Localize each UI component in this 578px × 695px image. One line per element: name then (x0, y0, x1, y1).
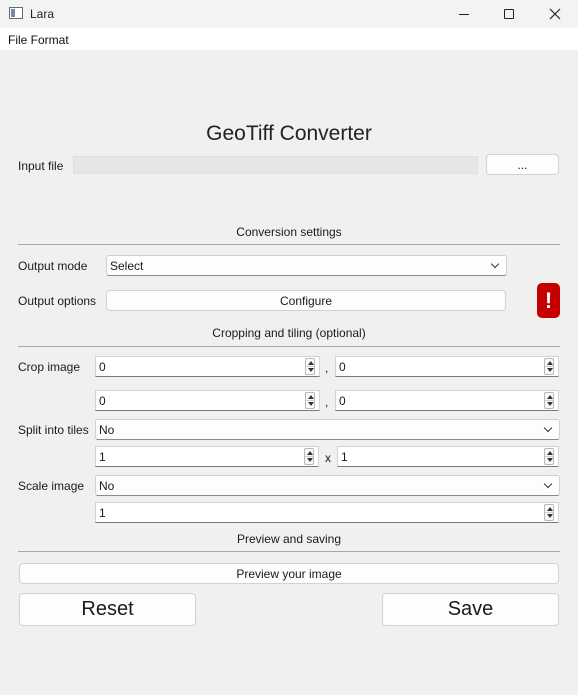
scale-image-label: Scale image (18, 479, 85, 493)
chevron-down-icon (543, 479, 553, 489)
split-tiles-value: No (99, 422, 115, 437)
chevron-down-icon (490, 259, 500, 269)
browse-button[interactable]: ... (486, 154, 559, 175)
crop-image-label: Crop image (18, 360, 81, 374)
menu-file-format[interactable]: File Format (8, 33, 69, 47)
spinbox-value: 0 (99, 359, 106, 374)
scale-image-value: No (99, 478, 115, 493)
configure-button[interactable]: Configure (106, 290, 506, 311)
spin-arrows-icon[interactable] (544, 358, 554, 375)
divider (18, 244, 560, 245)
spin-arrows-icon[interactable] (544, 504, 554, 521)
chevron-down-icon (543, 423, 553, 433)
close-icon (549, 8, 561, 20)
menu-bar (0, 28, 578, 50)
maximize-button[interactable] (486, 0, 532, 28)
spinbox-value: 1 (99, 449, 106, 464)
spinbox-value: 0 (99, 393, 106, 408)
page-title: GeoTiff Converter (206, 122, 372, 145)
app-window-icon (9, 7, 23, 19)
spin-arrows-icon[interactable] (304, 448, 314, 465)
split-tiles-select[interactable]: No (95, 419, 560, 440)
spin-arrows-icon[interactable] (305, 392, 315, 409)
separator-x: x (325, 451, 331, 465)
output-mode-select[interactable]: Select (106, 255, 507, 276)
minimize-button[interactable] (441, 0, 487, 28)
crop-right-spinbox[interactable]: 0 (95, 390, 320, 411)
spinbox-value: 1 (99, 505, 106, 520)
crop-bottom-spinbox[interactable]: 0 (335, 390, 559, 411)
conversion-settings-title: Conversion settings (236, 225, 342, 239)
split-tiles-label: Split into tiles (18, 423, 89, 437)
save-button[interactable]: Save (382, 593, 559, 626)
spinbox-value: 0 (339, 393, 346, 408)
scale-factor-spinbox[interactable]: 1 (95, 502, 559, 523)
tiles-columns-spinbox[interactable]: 1 (95, 446, 319, 467)
divider (18, 551, 560, 552)
output-options-label: Output options (18, 294, 97, 308)
spin-arrows-icon[interactable] (305, 358, 315, 375)
spinbox-value: 1 (341, 449, 348, 464)
reset-button[interactable]: Reset (19, 593, 196, 626)
preview-button[interactable]: Preview your image (19, 563, 559, 584)
warning-icon: ! (537, 283, 560, 318)
tiles-rows-spinbox[interactable]: 1 (337, 446, 559, 467)
minimize-icon (459, 13, 469, 15)
scale-image-select[interactable]: No (95, 475, 560, 496)
close-button[interactable] (532, 0, 578, 28)
window-title: Lara (30, 7, 55, 21)
preview-saving-title: Preview and saving (236, 532, 342, 546)
separator-comma: , (325, 361, 329, 375)
crop-top-spinbox[interactable]: 0 (335, 356, 559, 377)
spin-arrows-icon[interactable] (544, 392, 554, 409)
cropping-tiling-title: Cropping and tiling (optional) (212, 326, 366, 340)
maximize-icon (504, 9, 514, 19)
spin-arrows-icon[interactable] (544, 448, 554, 465)
output-mode-label: Output mode (18, 259, 88, 273)
separator-comma: , (325, 395, 329, 409)
input-file-field[interactable] (73, 156, 478, 174)
spinbox-value: 0 (339, 359, 346, 374)
input-file-label: Input file (18, 159, 64, 173)
crop-left-spinbox[interactable]: 0 (95, 356, 320, 377)
output-mode-value: Select (110, 258, 144, 273)
divider (18, 346, 560, 347)
